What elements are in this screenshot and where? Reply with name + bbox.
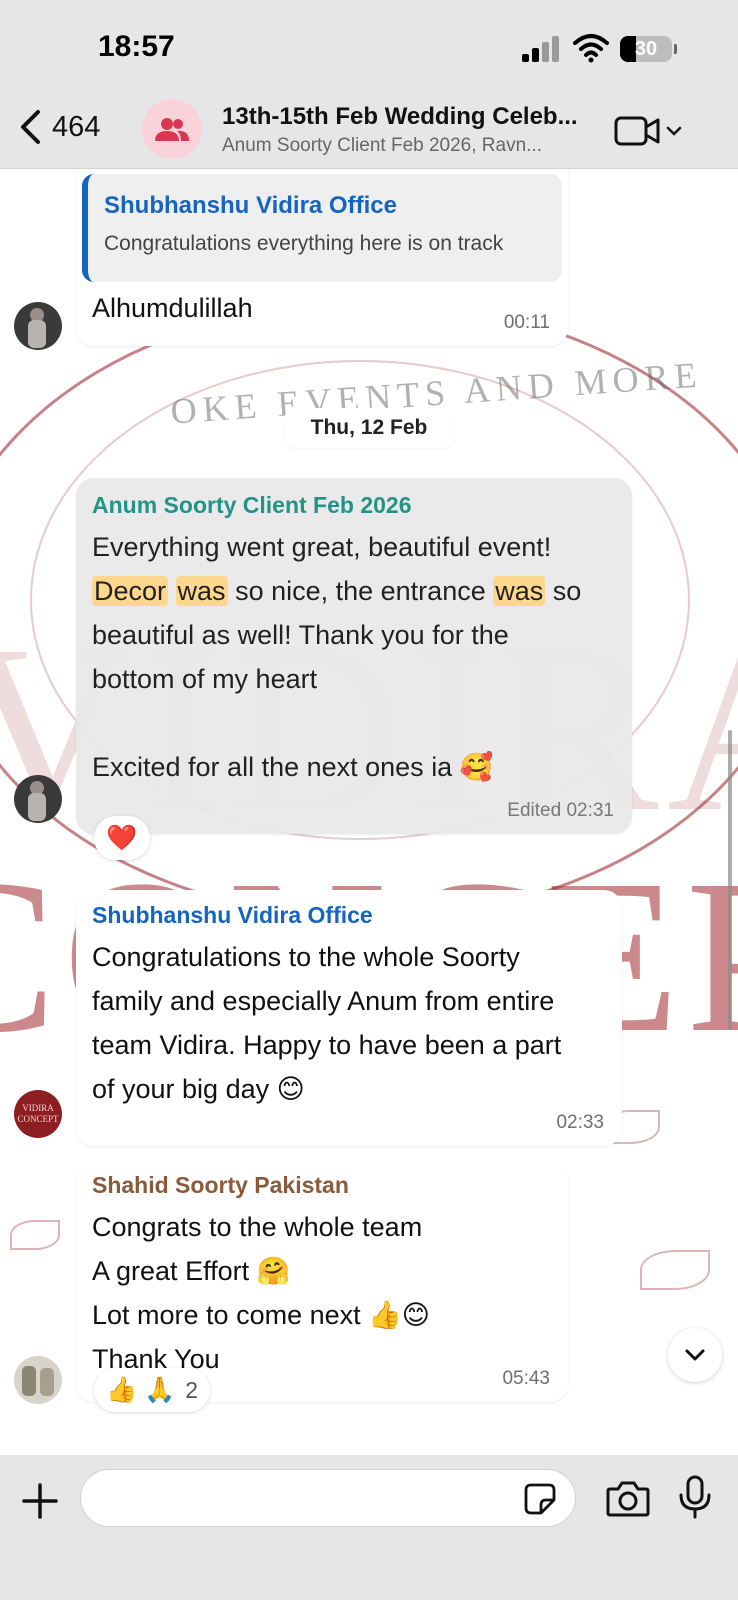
sender-name: Shubhanshu Vidira Office [92,902,373,928]
message-line: Excited for all the next ones ia 🥰 [92,752,494,782]
search-highlight: Decor [92,576,169,606]
battery-icon: 30 [620,36,677,62]
message-bubble[interactable]: Anum Soorty Client Feb 2026 Everything w… [76,478,632,834]
quote-text: Congratulations everything here is on tr… [104,232,504,255]
message-time: 00:11 [503,312,550,333]
message-line: Decor was so nice, the entrance was so [92,569,616,613]
group-icon [155,118,189,141]
sender-avatar[interactable] [14,302,62,350]
reaction-count: 2 [185,1376,198,1403]
message-reaction[interactable]: ❤️ [94,816,150,860]
message-line: Lot more to come next 👍😊 [92,1300,430,1330]
chevron-left-icon [21,110,40,144]
message-text: Everything went great, beautiful event! … [92,525,616,789]
message-line: Everything went great, beautiful event! [92,532,552,562]
chat-header: 464 13th-15th Feb Wedding Celeb... Anum … [0,95,738,169]
scroll-to-bottom-button[interactable] [668,1328,722,1382]
message-line: of your big day 😊 [92,1074,305,1104]
sender-avatar[interactable] [14,775,62,823]
quoted-message[interactable]: Shubhanshu Vidira Office Congratulations… [82,174,562,282]
video-call-button[interactable] [614,113,684,149]
message-line: A great Effort 🤗 [92,1256,291,1286]
date-divider: Thu, 12 Feb [284,408,454,448]
message-bubble[interactable]: Shubhanshu Vidira Office Congratulations… [76,890,622,1146]
message-line: Congrats to the whole team [92,1212,423,1242]
message-list[interactable]: Shubhanshu Vidira Office Congratulations… [0,170,738,1455]
scroll-indicator [728,730,732,1030]
message-text: Congrats to the whole team A great Effor… [92,1205,552,1381]
search-highlight: was [493,576,546,606]
message-text: Alhumdulillah [92,293,253,323]
status-bar: 18:57 30 [0,0,738,95]
message-line: team Vidira. Happy to have been a part [92,1030,562,1060]
message-line: beautiful as well! Thank you for the [92,620,509,650]
message-line: family and especially Anum from entire [92,986,555,1016]
sender-avatar[interactable] [14,1356,62,1404]
message-bubble[interactable]: Shahid Soorty Pakistan Congrats to the w… [76,1160,568,1402]
video-camera-icon [614,116,660,146]
message-composer [0,1455,738,1600]
heart-reaction-icon: ❤️ [106,823,138,852]
status-time: 18:57 [98,30,175,63]
message-fragment: so nice, the entrance [227,576,494,606]
battery-level: 30 [634,38,658,60]
quote-sender: Shubhanshu Vidira Office [104,192,397,219]
message-input[interactable] [80,1469,576,1527]
chat-subtitle[interactable]: Anum Soorty Client Feb 2026, Ravn... [222,135,542,157]
message-line: bottom of my heart [92,664,318,694]
microphone-icon[interactable] [678,1475,712,1519]
message-line: Congratulations to the whole Soorty [92,942,520,972]
chevron-down-icon [685,1349,705,1361]
vidira-avatar[interactable]: VIDIRA CONCEPT [14,1090,62,1138]
back-button[interactable]: 464 [18,107,100,147]
chevron-down-icon [666,126,682,136]
plus-icon[interactable] [22,1483,58,1519]
unread-count: 464 [52,110,101,143]
message-reactions[interactable]: 👍 🙏 2 [94,1368,210,1412]
signal-icon [522,36,562,62]
wifi-icon [573,34,609,63]
reaction-emojis: 👍 🙏 [106,1375,176,1404]
sticker-icon[interactable] [523,1482,557,1516]
message-bubble[interactable]: Shubhanshu Vidira Office Congratulations… [76,170,568,346]
sender-name: Anum Soorty Client Feb 2026 [92,492,412,518]
message-edited-time: Edited 02:31 [507,800,614,821]
message-fragment: so [545,576,582,606]
search-highlight: was [175,576,228,606]
message-time: 02:33 [556,1112,604,1133]
message-text: Congratulations to the whole Soorty fami… [92,935,606,1111]
chat-title[interactable]: 13th-15th Feb Wedding Celeb... [222,103,578,131]
sender-name: Shahid Soorty Pakistan [92,1172,349,1198]
group-avatar[interactable] [142,99,202,159]
message-time: 05:43 [502,1368,550,1389]
camera-icon[interactable] [606,1479,650,1517]
